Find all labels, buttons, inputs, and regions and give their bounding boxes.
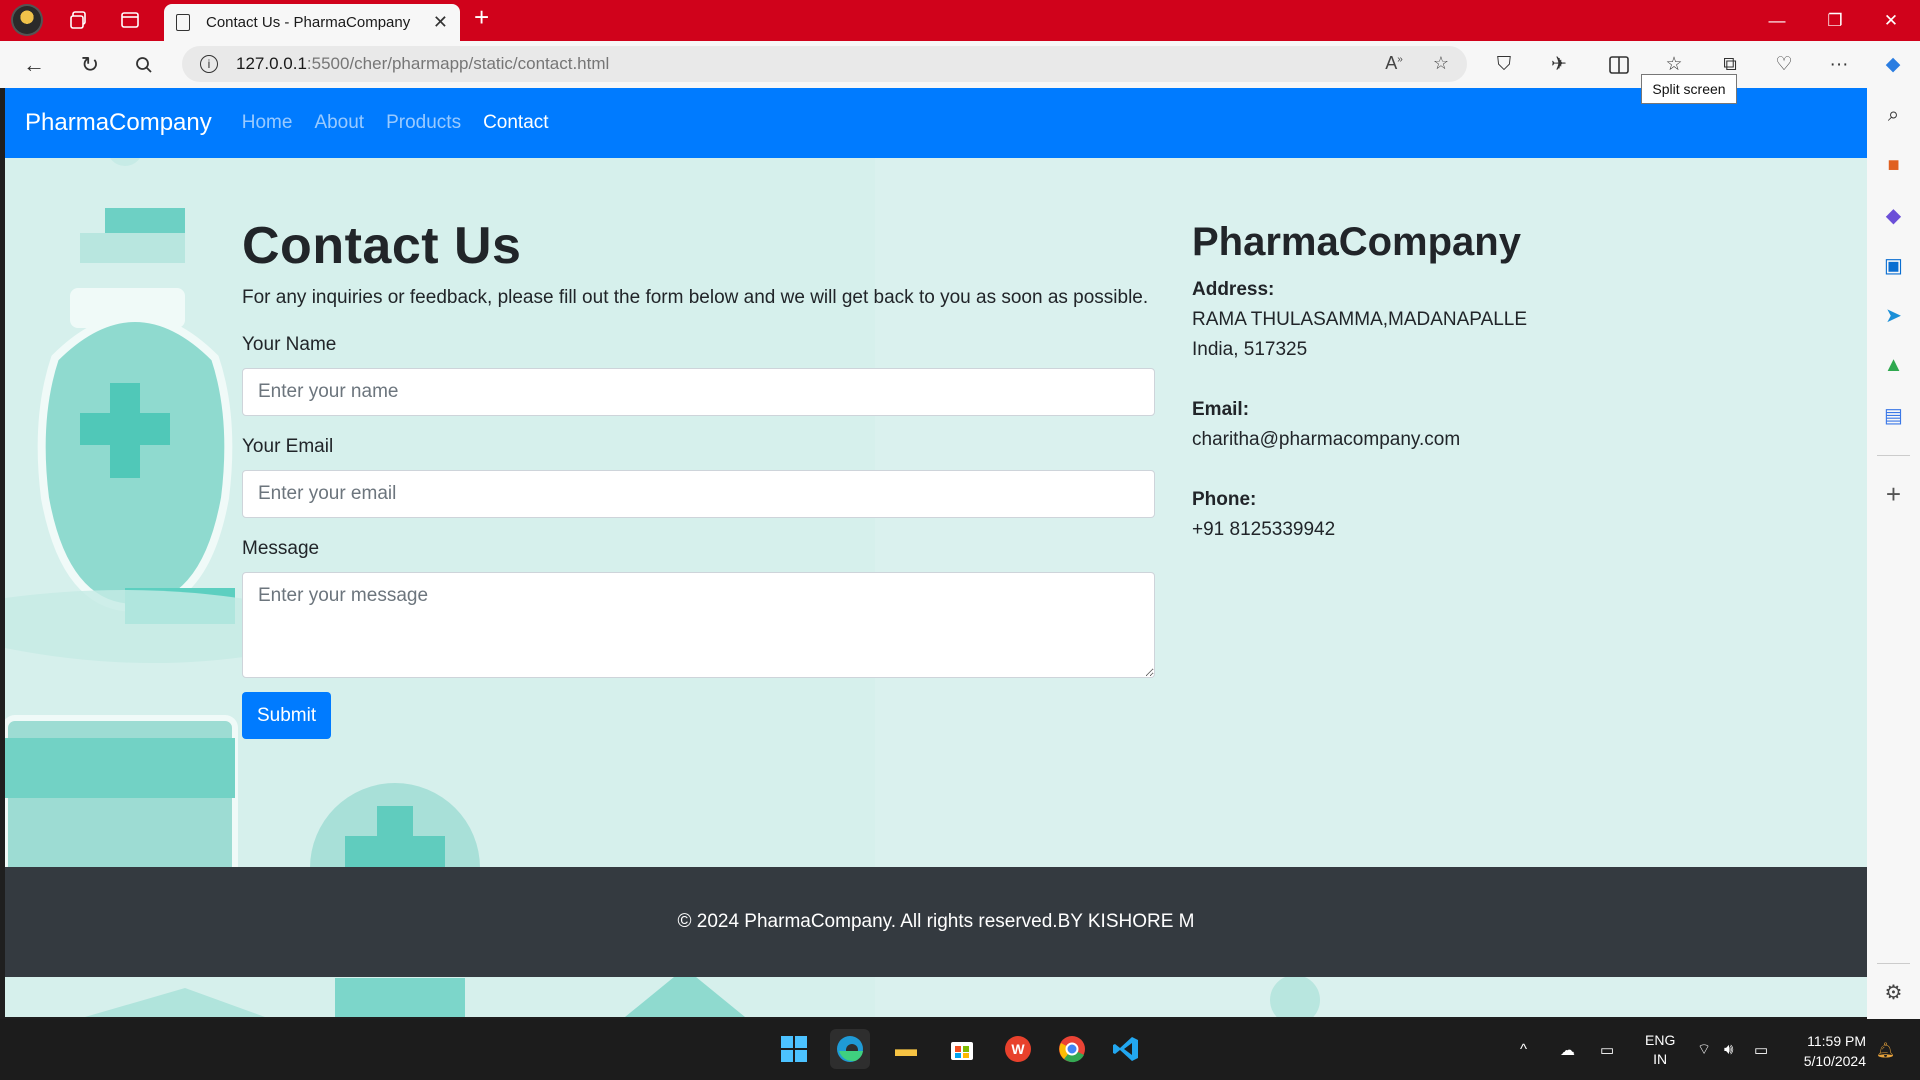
sidebar-translate-icon[interactable]: ▤ — [1867, 395, 1920, 435]
name-input[interactable] — [242, 368, 1155, 417]
workspaces-icon[interactable] — [62, 3, 96, 37]
site-footer: © 2024 PharmaCompany. All rights reserve… — [5, 867, 1867, 977]
shield-icon[interactable]: ⛉ — [1484, 41, 1524, 88]
lang-bottom: IN — [1653, 1050, 1668, 1067]
copilot-icon[interactable]: ◆ — [1873, 41, 1913, 88]
intro-text: For any inquiries or feedback, please fi… — [242, 287, 1149, 309]
tray-overflow-icon[interactable]: ^ — [1520, 1019, 1527, 1080]
chrome-icon[interactable] — [1052, 1029, 1092, 1069]
sidebar-settings-icon[interactable]: ⚙ — [1867, 972, 1920, 1012]
profile-avatar[interactable] — [11, 4, 43, 36]
wifi-icon[interactable]: ⌔ — [1697, 1019, 1711, 1080]
phone-block: Phone: +91 8125339942 — [1192, 485, 1692, 545]
address-toolbar: ← ↻ i 127.0.0.1:5500/cher/pharmapp/stati… — [0, 41, 1920, 88]
nav-link-contact[interactable]: Contact — [483, 112, 548, 134]
email-label: Your Email — [242, 436, 334, 458]
clock-time: 11:59 PM — [1807, 1033, 1866, 1049]
name-label: Your Name — [242, 334, 337, 356]
sidebar-drive-icon[interactable]: ▲ — [1867, 345, 1920, 385]
active-tab[interactable]: Contact Us - PharmaCompany ✕ — [164, 4, 460, 41]
message-label: Message — [242, 538, 320, 560]
taskbar-clock[interactable]: 11:59 PM 5/10/2024 — [1804, 1031, 1866, 1071]
sidebar-outlook-icon[interactable]: ▣ — [1867, 245, 1920, 285]
more-menu-icon[interactable]: ··· — [1819, 41, 1859, 88]
wps-office-icon[interactable]: W — [998, 1029, 1038, 1069]
restore-icon[interactable]: ❐ — [1806, 0, 1864, 41]
url-bar[interactable]: i 127.0.0.1:5500/cher/pharmapp/static/co… — [182, 46, 1467, 82]
store-icon[interactable] — [942, 1029, 982, 1069]
site-navbar: PharmaCompany Home About Products Contac… — [5, 88, 1867, 158]
browser-titlebar: Contact Us - PharmaCompany ✕ + — ❐ ✕ — [0, 0, 1920, 41]
language-indicator[interactable]: ENG IN — [1645, 1019, 1675, 1080]
url-host: 127.0.0.1 — [236, 54, 307, 73]
nav-link-about[interactable]: About — [314, 112, 364, 134]
svg-text:W: W — [1011, 1041, 1025, 1057]
notification-bell-icon[interactable]: 🔔︎ — [1876, 1019, 1895, 1080]
web-page: PharmaCompany Home About Products Contac… — [5, 88, 1867, 1017]
sidebar-add-icon[interactable]: + — [1867, 474, 1920, 514]
onedrive-icon[interactable]: ☁ — [1560, 1019, 1575, 1080]
windows-taskbar: ▬ W ^ ☁ ▭ ENG IN ⌔ 🔊︎ ▭ 11:59 PM 5/10/20… — [0, 1019, 1920, 1080]
close-tab-icon[interactable]: ✕ — [433, 12, 448, 33]
clock-date: 5/10/2024 — [1803, 1053, 1866, 1069]
close-window-icon[interactable]: ✕ — [1862, 0, 1920, 41]
address-line-2: India, 517325 — [1192, 339, 1308, 360]
split-screen-icon[interactable] — [1599, 41, 1639, 88]
tablet-icon[interactable]: ▭ — [1600, 1019, 1614, 1080]
refresh-icon[interactable]: ↻ — [70, 41, 110, 88]
lang-top: ENG — [1645, 1031, 1676, 1048]
message-textarea[interactable] — [242, 572, 1155, 679]
browser-sidebar: ⌕ ■ ◆ ▣ ➤ ▲ ▤ + ⚙ — [1867, 88, 1920, 1019]
browser-essentials-icon[interactable]: ♡ — [1764, 41, 1804, 88]
back-icon[interactable]: ← — [14, 41, 54, 88]
new-tab-icon[interactable]: + — [474, 2, 489, 33]
vertical-tabs-icon[interactable] — [113, 3, 147, 37]
tab-title: Contact Us - PharmaCompany — [206, 14, 411, 31]
email-info-label: Email: — [1192, 399, 1250, 420]
edge-taskbar-icon[interactable] — [830, 1029, 870, 1069]
minimize-icon[interactable]: — — [1748, 0, 1806, 41]
sidebar-search-icon[interactable]: ⌕ — [1867, 95, 1920, 135]
split-screen-tooltip: Split screen — [1641, 74, 1737, 104]
main-content: Contact Us For any inquiries or feedback… — [5, 158, 1867, 867]
sidebar-copilot-icon[interactable]: ◆ — [1867, 195, 1920, 235]
navbar-brand[interactable]: PharmaCompany — [25, 109, 212, 137]
battery-icon[interactable]: ▭ — [1754, 1019, 1768, 1080]
search-icon[interactable] — [124, 41, 164, 88]
start-menu-icon[interactable] — [774, 1029, 814, 1069]
phone-label: Phone: — [1192, 489, 1257, 510]
email-value: charitha@pharmacompany.com — [1192, 429, 1461, 450]
site-info-icon[interactable]: i — [200, 55, 218, 73]
file-explorer-icon[interactable]: ▬ — [886, 1029, 926, 1069]
phone-value: +91 8125339942 — [1192, 519, 1336, 540]
footer-text: © 2024 PharmaCompany. All rights reserve… — [677, 911, 1195, 932]
favorite-star-icon[interactable]: ☆ — [1433, 53, 1449, 74]
read-aloud-icon[interactable]: A» — [1385, 53, 1403, 74]
submit-button[interactable]: Submit — [242, 692, 332, 740]
email-input[interactable] — [242, 470, 1155, 519]
company-name: PharmaCompany — [1192, 220, 1521, 264]
address-line-1: RAMA THULASAMMA,MADANAPALLE — [1192, 309, 1528, 330]
page-title: Contact Us — [242, 217, 522, 275]
sidebar-send-icon[interactable]: ➤ — [1867, 295, 1920, 335]
extension-icon[interactable]: ✈ — [1539, 41, 1579, 88]
nav-link-products[interactable]: Products — [386, 112, 461, 134]
volume-icon[interactable]: 🔊︎ — [1724, 1019, 1733, 1080]
company-info-section: PharmaCompany Address: RAMA THULASAMMA,M… — [1192, 220, 1692, 575]
sidebar-tools-icon[interactable]: ■ — [1867, 145, 1920, 185]
email-block: Email: charitha@pharmacompany.com — [1192, 395, 1692, 455]
address-label: Address: — [1192, 279, 1275, 300]
contact-form-section: Contact Us For any inquiries or feedback… — [242, 217, 1155, 740]
page-icon — [176, 14, 190, 31]
nav-link-home[interactable]: Home — [242, 112, 293, 134]
vscode-icon[interactable] — [1106, 1029, 1146, 1069]
url-path: :5500/cher/pharmapp/static/contact.html — [306, 54, 610, 73]
address-block: Address: RAMA THULASAMMA,MADANAPALLE Ind… — [1192, 275, 1692, 365]
